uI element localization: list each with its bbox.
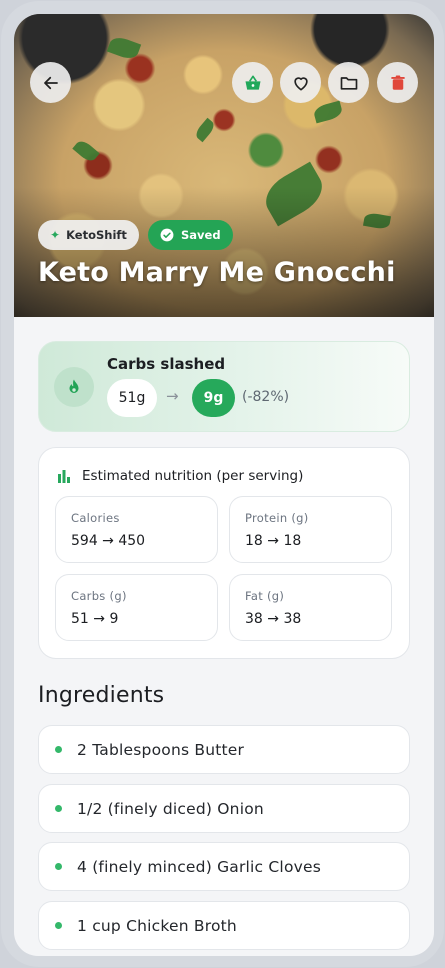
- sparkle-icon: ✦: [50, 228, 61, 242]
- nutrition-label: Fat (g): [245, 589, 285, 603]
- carbs-slashed-card: Carbs slashed 51g → 9g (-82%): [38, 341, 410, 432]
- ingredient-text: 1/2 (finely diced) Onion: [77, 799, 264, 818]
- basket-icon: [245, 75, 260, 90]
- arrow-right-icon: →: [166, 387, 179, 405]
- ingredient-item[interactable]: 4 (finely minced) Garlic Cloves: [38, 842, 410, 891]
- nutrition-value: 594 → 450: [71, 533, 146, 549]
- back-button[interactable]: [30, 62, 71, 103]
- favorite-button[interactable]: [280, 62, 321, 103]
- carbs-change-percent: (-82%): [242, 389, 290, 405]
- nutrition-value: 38 → 38: [245, 611, 302, 627]
- nutrition-cell-protein: Protein (g) 18 → 18: [229, 496, 392, 563]
- recipe-title: Keto Marry Me Gnocchi: [38, 257, 396, 288]
- add-to-basket-button[interactable]: [232, 62, 273, 103]
- heart-icon: [293, 76, 308, 90]
- carbs-before-pill: 51g: [107, 379, 157, 417]
- nutrition-cell-calories: Calories 594 → 450: [55, 496, 218, 563]
- nutrition-label: Protein (g): [245, 511, 309, 525]
- flame-icon-wrap: [54, 367, 94, 407]
- nutrition-label: Calories: [71, 511, 120, 525]
- bullet-dot-icon: [55, 805, 62, 812]
- ingredient-text: 2 Tablespoons Butter: [77, 740, 245, 759]
- nutrition-cell-carbs: Carbs (g) 51 → 9: [55, 574, 218, 641]
- recipe-hero-image: ✦ KetoShift Saved Keto Marry Me Gnocchi: [14, 14, 434, 317]
- carbs-heading: Carbs slashed: [107, 355, 226, 373]
- ingredient-item[interactable]: 1 cup Chicken Broth: [38, 901, 410, 950]
- delete-button[interactable]: [377, 62, 418, 103]
- bar-chart-icon: [58, 470, 70, 483]
- source-chip-label: KetoShift: [66, 228, 127, 242]
- source-chip[interactable]: ✦ KetoShift: [38, 220, 139, 250]
- nutrition-label: Carbs (g): [71, 589, 127, 603]
- arrow-left-icon: [43, 76, 58, 89]
- saved-chip[interactable]: Saved: [148, 220, 233, 250]
- folder-icon: [340, 76, 357, 90]
- nutrition-value: 18 → 18: [245, 533, 302, 549]
- nutrition-card: Estimated nutrition (per serving) Calori…: [38, 447, 410, 659]
- ingredient-text: 4 (finely minced) Garlic Cloves: [77, 857, 322, 876]
- ingredients-heading: Ingredients: [38, 683, 165, 708]
- save-to-folder-button[interactable]: [328, 62, 369, 103]
- bullet-dot-icon: [55, 863, 62, 870]
- flame-icon: [69, 379, 79, 393]
- check-circle-icon: [160, 228, 174, 242]
- carbs-after-pill: 9g: [192, 379, 235, 417]
- ingredient-item[interactable]: 1/2 (finely diced) Onion: [38, 784, 410, 833]
- bullet-dot-icon: [55, 922, 62, 929]
- nutrition-cell-fat: Fat (g) 38 → 38: [229, 574, 392, 641]
- phone-frame: ✦ KetoShift Saved Keto Marry Me Gnocchi …: [1, 1, 444, 967]
- trash-icon: [390, 75, 405, 90]
- recipe-screen: ✦ KetoShift Saved Keto Marry Me Gnocchi …: [14, 14, 434, 956]
- ingredient-item[interactable]: 2 Tablespoons Butter: [38, 725, 410, 774]
- nutrition-value: 51 → 9: [71, 611, 119, 627]
- ingredient-text: 1 cup Chicken Broth: [77, 916, 237, 935]
- saved-chip-label: Saved: [181, 228, 221, 242]
- nutrition-heading: Estimated nutrition (per serving): [82, 468, 304, 484]
- bullet-dot-icon: [55, 746, 62, 753]
